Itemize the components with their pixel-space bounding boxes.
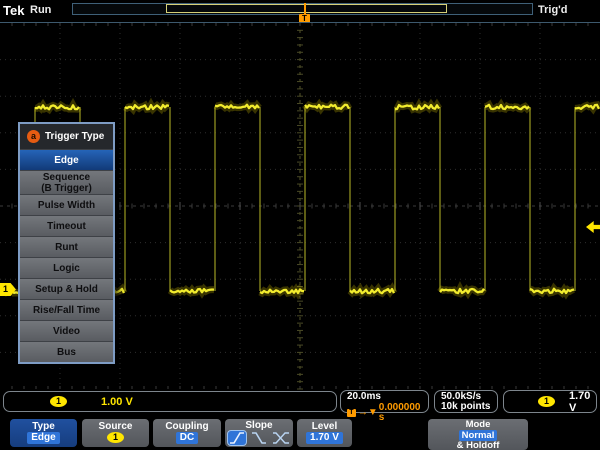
source-label: Source	[82, 421, 149, 432]
coupling-value: DC	[176, 432, 198, 444]
source-button[interactable]: Source 1	[82, 419, 149, 447]
mode-value2: & Holdoff	[428, 441, 528, 450]
menu-item-edge[interactable]: Edge	[20, 149, 113, 170]
horizontal-readout: 20.0ms T→▼0.000000 s	[340, 390, 429, 413]
mode-button[interactable]: Mode Normal & Holdoff	[428, 419, 528, 450]
trigger-type-menu: a Trigger Type EdgeSequence (B Trigger)P…	[18, 122, 115, 364]
oscilloscope-screen: Tek Run T Trig'd 1 a Trigger Type EdgeSe…	[0, 0, 600, 450]
menu-item-bus[interactable]: Bus	[20, 341, 113, 362]
source-channel-badge: 1	[107, 432, 124, 443]
trigger-source-badge: 1	[538, 396, 555, 407]
menu-item-timeout[interactable]: Timeout	[20, 215, 113, 236]
rising-slope-icon[interactable]	[228, 431, 246, 445]
trigger-t-icon: T	[347, 409, 356, 417]
timebase-value: 20.0ms	[347, 392, 428, 402]
channel1-scale-readout: 1 1.00 V	[3, 391, 337, 412]
multipurpose-knob-a-icon: a	[27, 130, 40, 143]
menu-item-runt[interactable]: Runt	[20, 236, 113, 257]
menu-item-setup-hold[interactable]: Setup & Hold	[20, 278, 113, 299]
menu-item-sequence-b-trigger[interactable]: Sequence (B Trigger)	[20, 170, 113, 194]
mode-label: Mode	[428, 420, 528, 430]
level-value: 1.70 V	[306, 432, 343, 444]
menu-item-video[interactable]: Video	[20, 320, 113, 341]
falling-slope-icon[interactable]	[250, 431, 268, 445]
menu-title: Trigger Type	[45, 131, 104, 142]
either-slope-icon[interactable]	[272, 431, 290, 445]
menu-item-rise-fall-time[interactable]: Rise/Fall Time	[20, 299, 113, 320]
slope-options	[225, 431, 293, 445]
trigger-level-value: 1.70 V	[569, 390, 590, 414]
channel1-scale-value: 1.00 V	[101, 396, 133, 408]
acquisition-readout: 50.0kS/s 10k points	[434, 390, 498, 413]
menu-item-logic[interactable]: Logic	[20, 257, 113, 278]
coupling-button[interactable]: Coupling DC	[153, 419, 221, 447]
menu-item-pulse-width[interactable]: Pulse Width	[20, 194, 113, 215]
record-length-value: 10k points	[441, 402, 497, 412]
type-button[interactable]: Type Edge	[10, 419, 77, 447]
trigger-position-readout: T→▼0.000000 s	[347, 403, 428, 423]
channel1-badge: 1	[50, 396, 67, 407]
type-label: Type	[10, 421, 77, 432]
slope-label: Slope	[225, 420, 293, 431]
trigger-position-value: 0.000000 s	[379, 403, 428, 423]
level-label: Level	[297, 421, 352, 432]
coupling-label: Coupling	[153, 421, 221, 432]
slope-button[interactable]: Slope	[225, 419, 293, 447]
menu-item-list: EdgeSequence (B Trigger)Pulse WidthTimeo…	[20, 149, 113, 362]
trigger-readout: 1 1.70 V	[503, 390, 597, 413]
menu-header: a Trigger Type	[20, 124, 113, 149]
level-button[interactable]: Level 1.70 V	[297, 419, 352, 447]
type-value: Edge	[27, 432, 59, 444]
trigger-position-arrow-icon: →▼	[358, 408, 378, 418]
